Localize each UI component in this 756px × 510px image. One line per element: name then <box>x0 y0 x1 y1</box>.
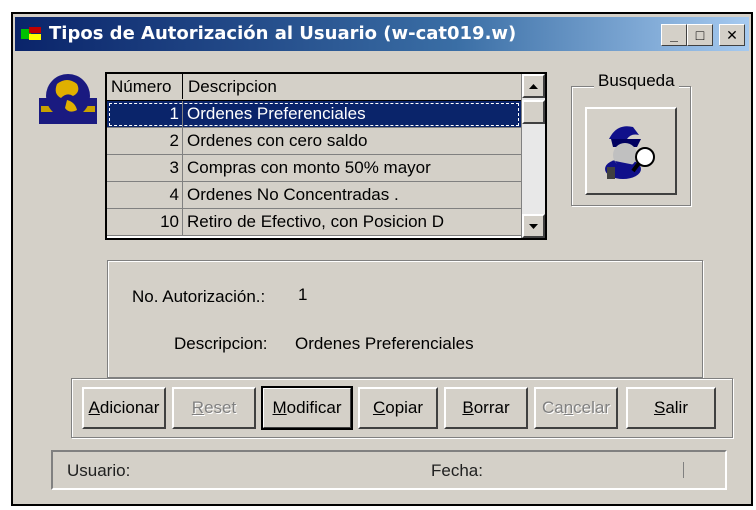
status-bar: Usuario: Fecha: <box>51 450 727 490</box>
delete-button-accesskey: B <box>462 398 474 417</box>
reset-button[interactable]: Reset <box>172 387 256 429</box>
table-row[interactable]: 3 Compras con monto 50% mayor <box>107 155 521 182</box>
status-user-label: Usuario: <box>67 461 131 480</box>
status-divider <box>683 462 684 478</box>
company-logo <box>39 74 97 124</box>
row-description: Compras con monto 50% mayor <box>187 158 431 177</box>
row-number: 2 <box>107 128 183 154</box>
reset-button-accesskey: R <box>191 398 205 417</box>
close-icon: ✕ <box>726 27 738 43</box>
search-button[interactable] <box>585 107 677 195</box>
minimize-icon: _ <box>670 27 678 43</box>
row-description: Ordenes Preferenciales <box>187 104 366 123</box>
row-description: Ordenes No Concentradas . <box>187 185 399 204</box>
arrow-up-icon <box>529 84 538 89</box>
title-bar[interactable]: Tipos de Autorización al Usuario (w-cat0… <box>15 17 749 51</box>
delete-button-label: orrar <box>473 398 510 417</box>
modify-button-accesskey: M <box>272 398 287 417</box>
modify-button-label: odificar <box>286 398 342 417</box>
authorization-number-label: No. Autorización.: <box>132 287 266 306</box>
table-row[interactable]: 10 Retiro de Efectivo, con Posicion D <box>107 209 521 236</box>
details-panel: No. Autorización.: 1 Descripcion: Ordene… <box>107 260 703 378</box>
cancel-button-accesskey: n <box>563 398 574 417</box>
search-group: Busqueda <box>571 71 691 206</box>
table-row[interactable]: 4 Ordenes No Concentradas . <box>107 182 521 209</box>
column-header-description[interactable]: Descripcion <box>184 74 504 99</box>
add-button[interactable]: Adicionar <box>82 387 166 429</box>
search-group-label: Busqueda <box>594 71 679 91</box>
action-button-bar: Adicionar Reset Modificar Copiar Borrar … <box>71 378 733 438</box>
browse-header: Número Descripcion <box>107 74 521 101</box>
status-date-label: Fecha: <box>431 461 483 480</box>
copy-button-label: opiar <box>385 398 424 417</box>
maximize-button[interactable]: □ <box>687 24 713 46</box>
cancel-button-label: celar <box>573 398 611 417</box>
add-button-accesskey: A <box>88 398 100 417</box>
app-icon <box>21 27 43 41</box>
description-label: Descripcion: <box>174 334 268 353</box>
main-window: Tipos de Autorización al Usuario (w-cat0… <box>11 12 753 506</box>
close-button[interactable]: ✕ <box>719 24 745 46</box>
column-header-number[interactable]: Número <box>107 74 183 99</box>
copy-button[interactable]: Copiar <box>358 387 438 429</box>
row-number: 3 <box>107 155 183 181</box>
detective-search-icon <box>605 126 655 179</box>
exit-button[interactable]: Salir <box>626 387 716 429</box>
table-row[interactable]: 2 Ordenes con cero saldo <box>107 128 521 155</box>
delete-button[interactable]: Borrar <box>444 387 528 429</box>
copy-button-accesskey: C <box>372 398 386 417</box>
maximize-icon: □ <box>695 27 705 43</box>
scroll-down-button[interactable] <box>522 214 545 238</box>
reset-button-label: eset <box>204 398 237 417</box>
vertical-scrollbar[interactable] <box>521 74 545 238</box>
scroll-thumb[interactable] <box>522 100 545 124</box>
authorization-types-browse[interactable]: Número Descripcion 1 Ordenes Preferencia… <box>105 72 547 240</box>
scroll-up-button[interactable] <box>522 74 545 98</box>
window-title: Tipos de Autorización al Usuario (w-cat0… <box>49 23 517 44</box>
cancel-button[interactable]: Cancelar <box>534 387 618 429</box>
exit-button-label: alir <box>665 398 688 417</box>
add-button-label: dicionar <box>99 398 160 417</box>
row-description: Ordenes con cero saldo <box>187 131 368 150</box>
modify-button[interactable]: Modificar <box>261 386 353 430</box>
authorization-number-value: 1 <box>298 285 308 304</box>
description-value: Ordenes Preferenciales <box>295 334 474 353</box>
table-row[interactable]: 1 Ordenes Preferenciales <box>107 101 521 128</box>
row-number: 10 <box>107 209 183 235</box>
row-description: Retiro de Efectivo, con Posicion D <box>187 212 445 231</box>
minimize-button[interactable]: _ <box>661 24 687 46</box>
exit-button-accesskey: S <box>653 398 666 417</box>
row-number: 4 <box>107 182 183 208</box>
arrow-down-icon <box>529 224 538 229</box>
row-number: 1 <box>107 101 183 127</box>
cancel-button-label-start: Ca <box>541 398 564 417</box>
